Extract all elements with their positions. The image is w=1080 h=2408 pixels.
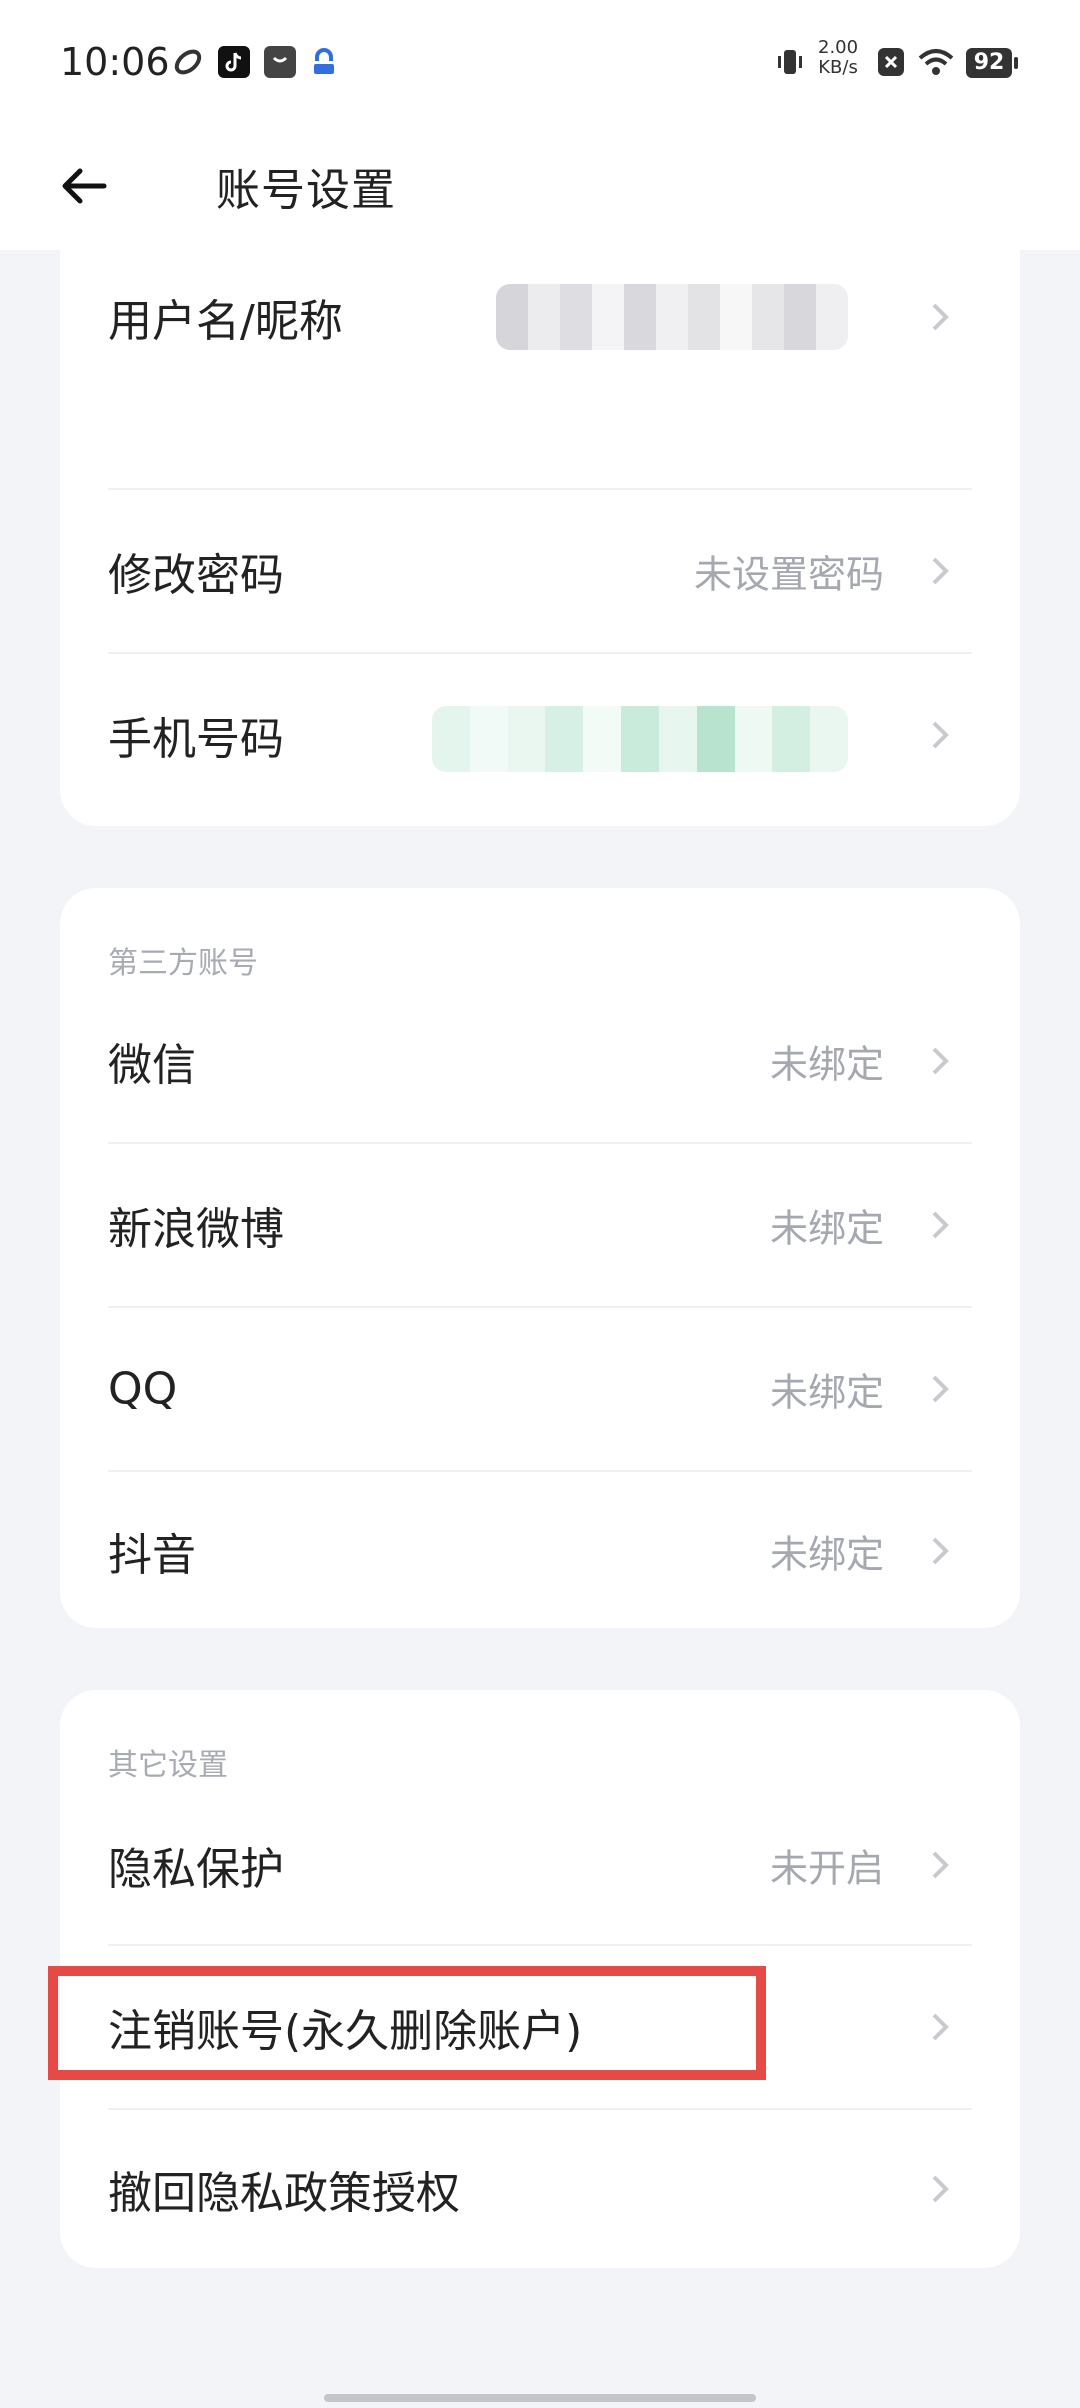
qq-row[interactable]: QQ 未绑定 (108, 1308, 972, 1470)
speed-unit: KB/s (818, 57, 858, 78)
chevron-right-icon (932, 1375, 949, 1403)
chevron-right-icon (932, 303, 949, 331)
chevron-right-icon (932, 1211, 949, 1239)
weibo-label: 新浪微博 (108, 1204, 284, 1255)
nickname-row[interactable]: 用户名/昵称 (108, 236, 972, 398)
password-status: 未设置密码 (693, 552, 884, 597)
link-icon (172, 46, 204, 78)
wechat-status: 未绑定 (769, 1042, 884, 1087)
wifi-icon (916, 46, 956, 78)
section-title: 第三方账号 (108, 946, 258, 981)
chevron-right-icon (932, 2175, 949, 2203)
chevron-right-icon (932, 2013, 949, 2041)
wechat-row[interactable]: 微信 未绑定 (108, 980, 972, 1142)
change-password-row[interactable]: 修改密码 未设置密码 (108, 490, 972, 652)
status-bar: 10:06 2.00 KB/s 92 (0, 0, 1080, 130)
wechat-label: 微信 (108, 1040, 196, 1091)
tiktok-icon (218, 46, 250, 78)
nickname-label: 用户名/昵称 (108, 296, 343, 347)
chevron-right-icon (932, 1537, 949, 1565)
section-title: 其它设置 (108, 1748, 228, 1783)
close-box-icon (878, 48, 904, 76)
chevron-right-icon (932, 557, 949, 585)
qq-status: 未绑定 (769, 1370, 884, 1415)
privacy-protection-row[interactable]: 隐私保护 未开启 (108, 1784, 972, 1946)
privacy-protection-status: 未开启 (769, 1846, 884, 1891)
chevron-right-icon (932, 1851, 949, 1879)
clock: 10:06 (60, 40, 170, 84)
network-speed: 2.00 KB/s (818, 38, 858, 78)
change-password-label: 修改密码 (108, 550, 284, 601)
bag-icon (264, 46, 296, 78)
vibrate-icon (774, 46, 806, 78)
chevron-right-icon (932, 721, 949, 749)
speed-value: 2.00 (818, 37, 859, 58)
douyin-label: 抖音 (108, 1530, 196, 1581)
back-button[interactable] (56, 156, 116, 216)
app-header: 账号设置 (0, 130, 1080, 250)
page-title: 账号设置 (216, 165, 396, 216)
battery-icon: 92 (966, 48, 1018, 78)
account-card: 头像 用户名/昵称 修改密码 未设置密码 手机号码 (60, 160, 1020, 826)
chevron-right-icon (932, 1047, 949, 1075)
revoke-privacy-row[interactable]: 撤回隐私政策授权 (108, 2108, 972, 2268)
weibo-row[interactable]: 新浪微博 未绑定 (108, 1144, 972, 1306)
douyin-status: 未绑定 (769, 1532, 884, 1577)
phone-label: 手机号码 (108, 714, 284, 765)
arrow-left-icon (62, 168, 107, 204)
nickname-redacted (496, 284, 848, 350)
qq-label: QQ (108, 1363, 178, 1415)
revoke-privacy-label: 撤回隐私政策授权 (108, 2168, 460, 2219)
privacy-protection-label: 隐私保护 (108, 1844, 284, 1895)
weibo-status: 未绑定 (769, 1206, 884, 1251)
phone-row[interactable]: 手机号码 (108, 654, 972, 816)
douyin-row[interactable]: 抖音 未绑定 (108, 1470, 972, 1628)
phone-redacted (432, 706, 848, 772)
home-indicator (324, 2394, 756, 2402)
lock-app-icon (308, 46, 340, 78)
highlight-box (48, 1966, 766, 2080)
third-party-card: 第三方账号 微信 未绑定 新浪微博 未绑定 QQ 未绑定 抖音 未绑定 (60, 888, 1020, 1628)
